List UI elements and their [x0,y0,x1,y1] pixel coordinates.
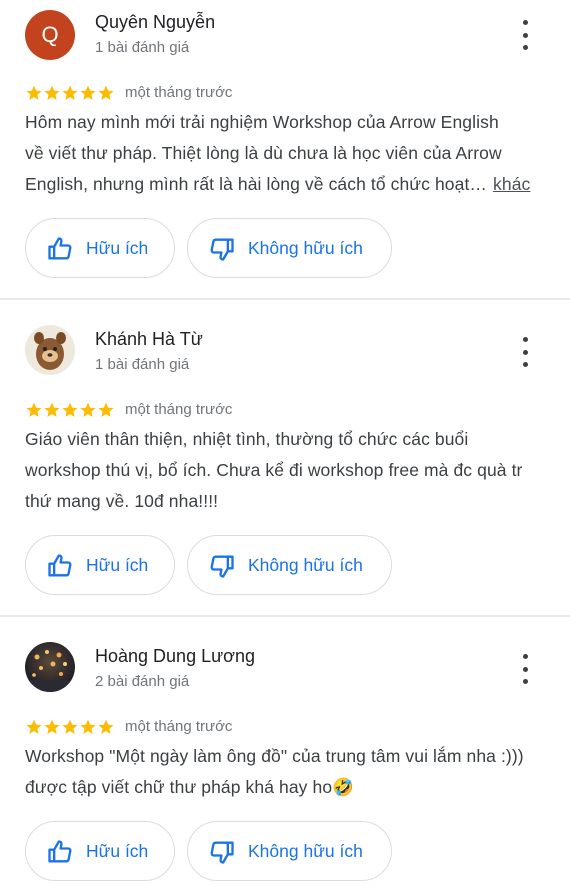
star-rating [25,401,115,419]
review-card: Q Quyên Nguyễn 1 bài đánh giá một tháng … [0,0,570,300]
not-helpful-label: Không hữu ích [248,238,363,258]
review-text-line: được tập viết chữ thư pháp khá hay ho🤣 [25,777,355,797]
review-text: Workshop "Một ngày làm ông đồ" của trung… [25,741,555,803]
thumb-up-icon [48,840,72,863]
thumb-up-icon [48,554,72,577]
star-icon [80,719,96,734]
star-icon [44,402,60,417]
helpful-label: Hữu ích [86,238,149,258]
review-text-line: workshop thú vị, bổ ích. Chưa kể đi work… [25,460,523,480]
reviewer-name[interactable]: Hoàng Dung Lương [95,646,255,667]
not-helpful-label: Không hữu ích [248,555,363,575]
star-icon [80,85,96,100]
thumb-down-icon [210,555,234,578]
more-options-button[interactable] [518,654,532,684]
star-icon [62,85,78,100]
avatar[interactable] [25,642,75,692]
read-more-link[interactable]: khác [493,174,530,194]
avatar[interactable] [25,325,75,375]
thumb-down-icon [210,238,234,261]
review-text-line: English, nhưng mình rất là hài lòng về c… [25,174,531,194]
thumb-down-icon [210,841,234,864]
star-icon [98,402,114,417]
review-count: 1 bài đánh giá [95,39,190,56]
star-icon [62,719,78,734]
reviewer-name[interactable]: Khánh Hà Từ [95,329,203,350]
avatar-image [25,642,75,692]
review-time: một tháng trước [125,718,233,735]
star-icon [98,719,114,734]
review-card: Hoàng Dung Lương 2 bài đánh giá một thán… [0,617,570,885]
more-options-button[interactable] [518,337,532,367]
star-icon [98,85,114,100]
helpful-label: Hữu ích [86,555,149,575]
avatar[interactable]: Q [25,10,75,60]
more-options-button[interactable] [518,20,532,50]
review-time: một tháng trước [125,84,233,101]
star-icon [26,402,42,417]
reviewer-name[interactable]: Quyên Nguyễn [95,12,215,33]
star-icon [80,402,96,417]
review-card: Khánh Hà Từ 1 bài đánh giá một tháng trư… [0,300,570,616]
helpful-button[interactable]: Hữu ích [25,821,175,881]
helpful-button[interactable]: Hữu ích [25,218,175,278]
star-icon [26,719,42,734]
thumb-up-icon [48,237,72,260]
review-text-line: thứ mang về. 10đ nha!!!! [25,491,219,511]
more-vert-icon [522,20,528,25]
helpful-button[interactable]: Hữu ích [25,535,175,595]
not-helpful-button[interactable]: Không hữu ích [187,535,392,595]
more-vert-icon [522,654,528,659]
star-rating [25,84,115,102]
review-count: 2 bài đánh giá [95,673,190,690]
not-helpful-button[interactable]: Không hữu ích [187,218,392,278]
star-icon [44,85,60,100]
not-helpful-label: Không hữu ích [248,841,363,861]
helpful-label: Hữu ích [86,841,149,861]
more-vert-icon [522,337,528,342]
star-icon [62,402,78,417]
avatar-image [25,325,75,375]
star-icon [26,85,42,100]
review-count: 1 bài đánh giá [95,356,190,373]
review-text: Hôm nay mình mới trải nghiệm Workshop củ… [25,107,555,200]
review-time: một tháng trước [125,401,233,418]
star-icon [44,719,60,734]
review-text: Giáo viên thân thiện, nhiệt tình, thường… [25,424,555,517]
review-text-line: Giáo viên thân thiện, nhiệt tình, thường… [25,429,469,449]
review-text-line: về viết thư pháp. Thiệt lòng là dù chưa … [25,143,502,163]
review-text-line: Workshop "Một ngày làm ông đồ" của trung… [25,746,524,766]
not-helpful-button[interactable]: Không hữu ích [187,821,392,881]
star-rating [25,718,115,736]
review-text-line: Hôm nay mình mới trải nghiệm Workshop củ… [25,112,499,132]
